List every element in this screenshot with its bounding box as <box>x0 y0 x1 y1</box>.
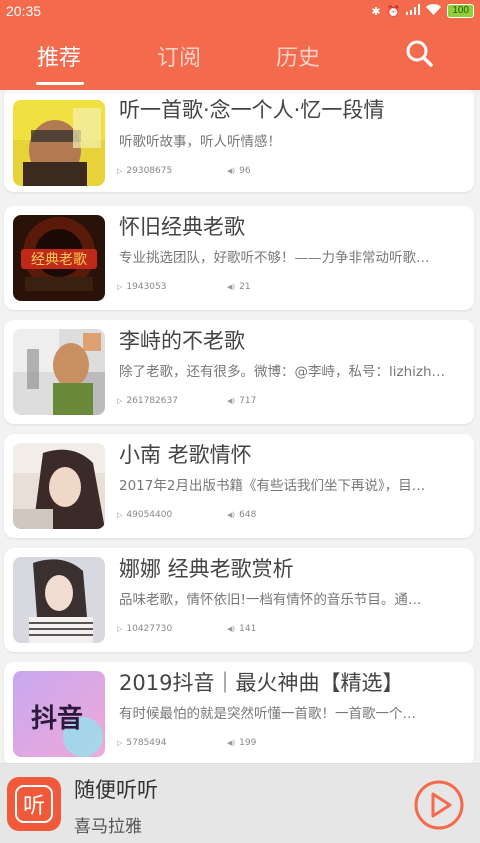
play-icon <box>414 780 464 830</box>
speaker-small-icon: ◀) <box>227 283 236 291</box>
album-meta: ▷ 5785494 ◀) 199 <box>117 738 256 748</box>
top-nav: 推荐 订阅 历史 <box>0 22 480 90</box>
search-icon <box>406 40 433 67</box>
tab-indicator <box>36 82 84 85</box>
album-cover <box>13 557 105 643</box>
tab-history[interactable]: 历史 <box>276 40 320 72</box>
status-icons: ✱ ⏰ 100 <box>371 4 474 18</box>
logo-char: 听 <box>15 785 53 823</box>
speaker-small-icon: ◀) <box>227 739 236 747</box>
album-list[interactable]: 听一首歌·念一个人·忆一段情 听歌听故事，听人听情感！ ▷ 29308675 ◀)… <box>0 90 480 763</box>
play-count: ▷ 49054400 <box>117 510 173 520</box>
play-small-icon: ▷ <box>117 739 123 747</box>
track-count: ◀) 717 <box>227 396 257 406</box>
album-cover: 抖音 <box>13 671 105 757</box>
album-desc: 2017年2月出版书籍《有些话我们坐下再说》，目… <box>119 478 426 494</box>
list-item[interactable]: 小南 老歌情怀 2017年2月出版书籍《有些话我们坐下再说》，目… ▷ 49054… <box>4 434 474 538</box>
bluetooth-icon: ✱ <box>371 5 381 18</box>
play-count: ▷ 29308675 <box>117 166 173 176</box>
play-count: ▷ 261782637 <box>117 396 178 406</box>
list-item[interactable]: 娜娜 经典老歌赏析 品味老歌，情怀依旧!一档有情怀的音乐节目。通… ▷ 10427… <box>4 548 474 652</box>
track-count: ◀) 648 <box>227 510 257 520</box>
album-title: 娜娜 经典老歌赏析 <box>119 557 294 581</box>
status-time: 20:35 <box>6 3 42 19</box>
battery-icon: 100 <box>447 4 474 18</box>
album-meta: ▷ 29308675 ◀) 96 <box>117 166 251 176</box>
track-count: ◀) 199 <box>227 738 257 748</box>
album-meta: ▷ 261782637 ◀) 717 <box>117 396 256 406</box>
player-subtitle: 喜马拉雅 <box>74 817 142 837</box>
play-count: ▷ 5785494 <box>117 738 167 748</box>
track-count: ◀) 96 <box>227 166 251 176</box>
svg-text:抖音: 抖音 <box>31 703 83 734</box>
wifi-icon <box>426 4 442 18</box>
tab-subscribe[interactable]: 订阅 <box>157 40 201 72</box>
speaker-small-icon: ◀) <box>227 625 236 633</box>
album-cover <box>13 443 105 529</box>
list-item[interactable]: 听一首歌·念一个人·忆一段情 听歌听故事，听人听情感！ ▷ 29308675 ◀)… <box>4 90 474 192</box>
play-button[interactable] <box>413 779 465 831</box>
play-small-icon: ▷ <box>117 167 123 175</box>
list-item[interactable]: 经典老歌 怀旧经典老歌 专业挑选团队，好歌听不够！——力争非常动听歌… ▷ 194… <box>4 206 474 310</box>
track-count: ◀) 21 <box>227 282 251 292</box>
play-small-icon: ▷ <box>117 625 123 633</box>
list-item[interactable]: 抖音 2019抖音｜最火神曲【精选】 有时候最怕的就是突然听懂一首歌！一首歌一个… <box>4 662 474 763</box>
svg-text:经典老歌: 经典老歌 <box>31 252 87 268</box>
speaker-small-icon: ◀) <box>227 167 236 175</box>
album-title: 2019抖音｜最火神曲【精选】 <box>119 671 404 695</box>
album-title: 李峙的不老歌 <box>119 329 245 353</box>
album-title: 听一首歌·念一个人·忆一段情 <box>119 98 385 122</box>
signal-icon <box>406 4 421 18</box>
alarm-icon: ⏰ <box>386 5 401 18</box>
album-cover <box>13 329 105 415</box>
album-desc: 有时候最怕的就是突然听懂一首歌！一首歌一个… <box>119 706 416 722</box>
album-cover <box>13 100 105 186</box>
play-count: ▷ 1943053 <box>117 282 167 292</box>
album-desc: 专业挑选团队，好歌听不够！——力争非常动听歌… <box>119 250 430 266</box>
player-title: 随便听听 <box>74 778 158 802</box>
search-button[interactable] <box>404 38 434 68</box>
play-count: ▷ 10427730 <box>117 624 173 634</box>
mini-player[interactable]: 听 随便听听 喜马拉雅 <box>0 763 480 843</box>
track-count: ◀) 141 <box>227 624 257 634</box>
album-title: 小南 老歌情怀 <box>119 443 252 467</box>
play-small-icon: ▷ <box>117 397 123 405</box>
speaker-small-icon: ◀) <box>227 511 236 519</box>
album-meta: ▷ 10427730 ◀) 141 <box>117 624 256 634</box>
album-desc: 除了老歌，还有很多。微博：@李峙，私号：lizhizh… <box>119 364 446 380</box>
play-small-icon: ▷ <box>117 283 123 291</box>
speaker-small-icon: ◀) <box>227 397 236 405</box>
list-item[interactable]: 李峙的不老歌 除了老歌，还有很多。微博：@李峙，私号：lizhizh… ▷ 261… <box>4 320 474 424</box>
album-desc: 听歌听故事，听人听情感！ <box>119 134 281 150</box>
play-small-icon: ▷ <box>117 511 123 519</box>
album-meta: ▷ 49054400 ◀) 648 <box>117 510 256 520</box>
tab-recommend[interactable]: 推荐 <box>37 40 81 72</box>
album-cover: 经典老歌 <box>13 215 105 301</box>
status-bar: 20:35 ✱ ⏰ 100 <box>0 0 480 22</box>
album-meta: ▷ 1943053 ◀) 21 <box>117 282 251 292</box>
app-logo: 听 <box>7 777 61 831</box>
album-desc: 品味老歌，情怀依旧!一档有情怀的音乐节目。通… <box>119 592 422 608</box>
album-title: 怀旧经典老歌 <box>119 215 245 239</box>
